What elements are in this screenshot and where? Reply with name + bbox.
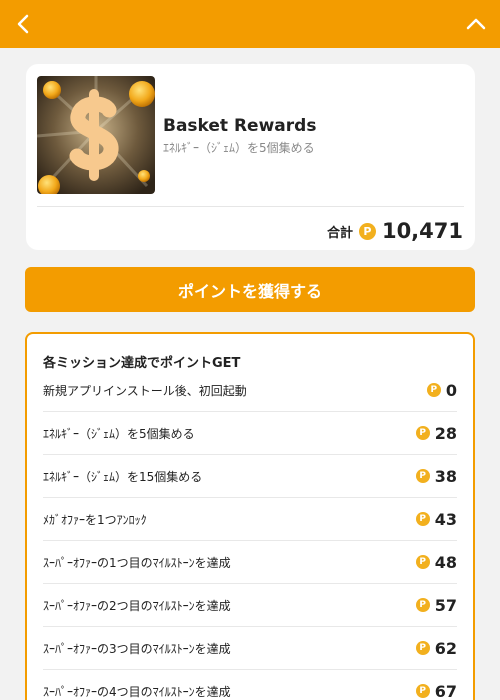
mission-list: 新規アプリインストール後、初回起動 P 0 ｴﾈﾙｷﾞｰ（ｼﾞｪﾑ）を5個集める P 28… bbox=[27, 369, 473, 700]
point-coin-icon: P bbox=[415, 555, 430, 569]
mission-label: ｴﾈﾙｷﾞｰ（ｼﾞｪﾑ）を5個集める bbox=[43, 426, 195, 441]
mission-points: P0 bbox=[426, 380, 457, 400]
point-coin-icon: P bbox=[415, 426, 430, 440]
mission-row: ｽｰﾊﾟｰｵﾌｧｰの3つ目のﾏｲﾙｽﾄｰﾝを達成 P 62 bbox=[43, 627, 457, 670]
mission-points-value: 0 bbox=[445, 380, 457, 400]
mission-points-value: 48 bbox=[434, 552, 457, 572]
mission-row: ｴﾈﾙｷﾞｰ（ｼﾞｪﾑ）を5個集める P 28 bbox=[43, 412, 457, 455]
mission-row: ｽｰﾊﾟｰｵﾌｧｰの2つ目のﾏｲﾙｽﾄｰﾝを達成 P 57 bbox=[43, 584, 457, 627]
mission-points: P 38 bbox=[415, 466, 457, 486]
mission-points-value: 67 bbox=[434, 681, 457, 700]
mission-label: ｽｰﾊﾟｰｵﾌｧｰの1つ目のﾏｲﾙｽﾄｰﾝを達成 bbox=[43, 555, 231, 570]
app-subtitle: ｴﾈﾙｷﾞｰ（ｼﾞｪﾑ）を5個集める bbox=[163, 141, 315, 155]
mission-points-value: 57 bbox=[434, 595, 457, 615]
missions-panel: 各ミッション達成でポイントGET 新規アプリインストール後、初回起動 P 0 ｴﾈﾙｷ… bbox=[25, 332, 475, 700]
mission-label: ｴﾈﾙｷﾞｰ（ｼﾞｪﾑ）を15個集める bbox=[43, 469, 203, 484]
top-bar bbox=[0, 0, 500, 48]
mission-row: 新規アプリインストール後、初回起動 P 0 bbox=[43, 369, 457, 412]
point-coin-icon: P bbox=[415, 469, 430, 483]
mission-points: P 67 bbox=[415, 681, 457, 700]
mission-points: P 57 bbox=[415, 595, 457, 615]
collapse-button[interactable] bbox=[464, 12, 488, 36]
mission-row: ｽｰﾊﾟｰｵﾌｧｰの1つ目のﾏｲﾙｽﾄｰﾝを達成 P 48 bbox=[43, 541, 457, 584]
point-coin-icon: P bbox=[415, 684, 430, 698]
mission-points: P 62 bbox=[415, 638, 457, 658]
point-coin-icon: P bbox=[415, 598, 430, 612]
mission-label: ｽｰﾊﾟｰｵﾌｧｰの4つ目のﾏｲﾙｽﾄｰﾝを達成 bbox=[43, 684, 231, 699]
point-coin-icon: P bbox=[426, 383, 441, 397]
point-coin-icon: P bbox=[415, 641, 430, 655]
mission-points: P 28 bbox=[415, 423, 457, 443]
dollar-coin-thumbnail-icon bbox=[37, 76, 155, 194]
point-coin-icon: P bbox=[415, 512, 430, 526]
mission-points-value: 62 bbox=[434, 638, 457, 658]
chevron-left-icon bbox=[17, 14, 29, 34]
back-button[interactable] bbox=[12, 12, 36, 36]
app-thumbnail bbox=[37, 76, 155, 194]
mission-points-value: 28 bbox=[434, 423, 457, 443]
divider bbox=[37, 206, 464, 207]
mission-label: ｽｰﾊﾟｰｵﾌｧｰの3つ目のﾏｲﾙｽﾄｰﾝを達成 bbox=[43, 641, 231, 656]
mission-row: ﾒｶﾞｵﾌｧｰを1つｱﾝﾛｯｸ P 43 bbox=[43, 498, 457, 541]
mission-label: 新規アプリインストール後、初回起動 bbox=[43, 383, 247, 398]
earn-points-button[interactable]: ポイントを獲得する bbox=[25, 267, 475, 312]
app-card: Basket Rewards ｴﾈﾙｷﾞｰ（ｼﾞｪﾑ）を5個集める 合計 P 1… bbox=[26, 64, 475, 250]
mission-points-value: 43 bbox=[434, 509, 457, 529]
mission-row: ｴﾈﾙｷﾞｰ（ｼﾞｪﾑ）を15個集める P 38 bbox=[43, 455, 457, 498]
app-title: Basket Rewards bbox=[163, 116, 317, 136]
total-points: 合計 P 10,471 bbox=[327, 216, 463, 246]
mission-points-value: 38 bbox=[434, 466, 457, 486]
mission-points: P 43 bbox=[415, 509, 457, 529]
mission-points: P 48 bbox=[415, 552, 457, 572]
point-coin-icon: P bbox=[358, 222, 376, 240]
mission-row: ｽｰﾊﾟｰｵﾌｧｰの4つ目のﾏｲﾙｽﾄｰﾝを達成 P 67 bbox=[43, 670, 457, 700]
chevron-up-icon bbox=[466, 18, 486, 30]
mission-label: ﾒｶﾞｵﾌｧｰを1つｱﾝﾛｯｸ bbox=[43, 512, 147, 527]
mission-label: ｽｰﾊﾟｰｵﾌｧｰの2つ目のﾏｲﾙｽﾄｰﾝを達成 bbox=[43, 598, 231, 613]
total-label: 合計 bbox=[326, 225, 353, 241]
total-value: 10,471 bbox=[381, 219, 463, 243]
